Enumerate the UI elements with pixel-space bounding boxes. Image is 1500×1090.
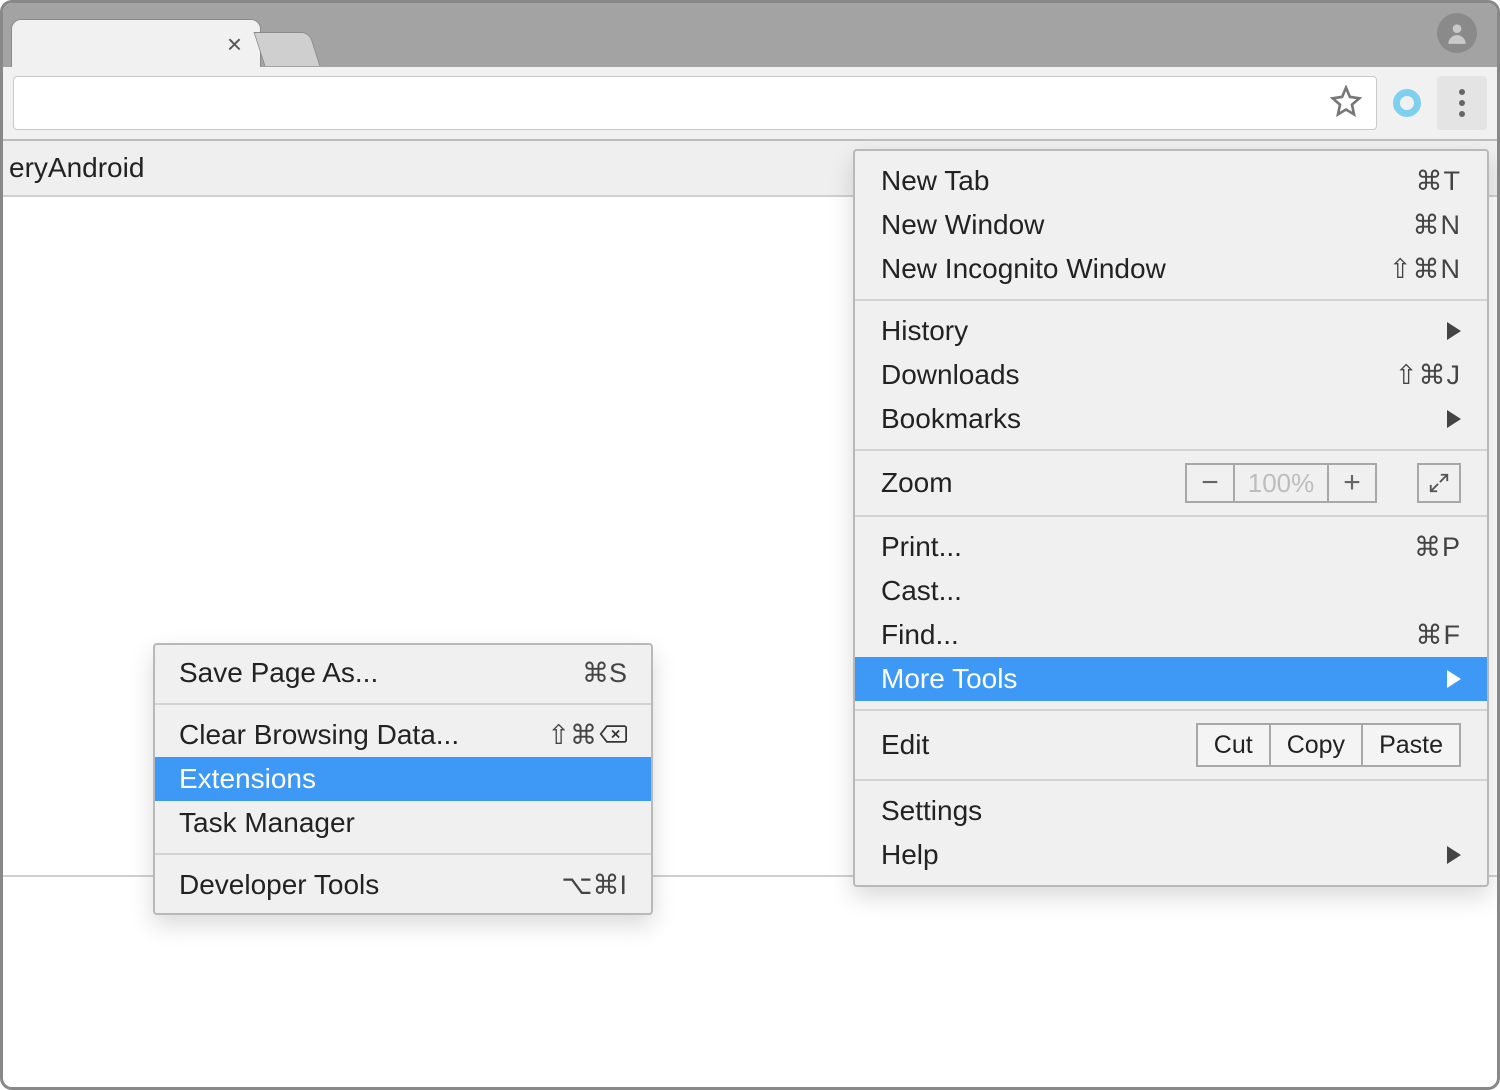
menu-label: New Window <box>881 209 1413 241</box>
tab-strip: × <box>3 3 1497 67</box>
backspace-key-icon <box>599 720 627 751</box>
submenu-shortcut: ⇧⌘ <box>547 720 627 751</box>
edit-button-group: Cut Copy Paste <box>1196 723 1461 767</box>
submenu-item-save-page[interactable]: Save Page As... ⌘S <box>155 651 651 695</box>
menu-item-find[interactable]: Find... ⌘F <box>855 613 1487 657</box>
submenu-shortcut: ⌥⌘I <box>561 870 627 901</box>
new-tab-button[interactable] <box>253 32 320 66</box>
menu-item-edit: Edit Cut Copy Paste <box>855 719 1487 771</box>
menu-item-help[interactable]: Help <box>855 833 1487 877</box>
menu-item-zoom: Zoom − 100% + <box>855 459 1487 507</box>
browser-tab[interactable]: × <box>11 19 261 67</box>
menu-shortcut: ⇧⌘J <box>1395 360 1461 391</box>
menu-separator <box>855 515 1487 517</box>
close-tab-icon[interactable]: × <box>227 31 242 57</box>
edit-cut-button[interactable]: Cut <box>1196 723 1271 767</box>
menu-label: Bookmarks <box>881 403 1437 435</box>
menu-shortcut: ⌘F <box>1416 620 1462 651</box>
menu-label: History <box>881 315 1437 347</box>
zoom-value: 100% <box>1235 463 1327 503</box>
menu-label: Settings <box>881 795 1461 827</box>
submenu-item-task-manager[interactable]: Task Manager <box>155 801 651 845</box>
submenu-item-extensions[interactable]: Extensions <box>155 757 651 801</box>
bookmark-star-icon[interactable] <box>1330 85 1362 122</box>
submenu-label: Save Page As... <box>179 657 582 689</box>
submenu-item-developer-tools[interactable]: Developer Tools ⌥⌘I <box>155 863 651 907</box>
submenu-label: Clear Browsing Data... <box>179 719 547 751</box>
zoom-out-button[interactable]: − <box>1185 463 1235 503</box>
menu-label: More Tools <box>881 663 1437 695</box>
fullscreen-button[interactable] <box>1417 463 1461 503</box>
menu-label: Help <box>881 839 1437 871</box>
chrome-menu-button[interactable] <box>1437 76 1487 130</box>
zoom-controls: − 100% + <box>1185 463 1461 503</box>
menu-label: New Tab <box>881 165 1416 197</box>
submenu-label: Developer Tools <box>179 869 561 901</box>
submenu-label: Extensions <box>179 763 627 795</box>
more-tools-submenu: Save Page As... ⌘S Clear Browsing Data..… <box>153 643 653 915</box>
menu-label: Zoom <box>881 467 1185 499</box>
edit-copy-button[interactable]: Copy <box>1271 723 1363 767</box>
submenu-arrow-icon <box>1447 846 1461 864</box>
menu-shortcut: ⌘P <box>1414 532 1461 563</box>
profile-avatar-icon[interactable] <box>1437 13 1477 53</box>
menu-item-more-tools[interactable]: More Tools <box>855 657 1487 701</box>
menu-item-new-window[interactable]: New Window ⌘N <box>855 203 1487 247</box>
menu-separator <box>855 709 1487 711</box>
menu-label: Edit <box>881 729 1196 761</box>
browser-window: × eryAndroid New Tab ⌘T New Window ⌘N <box>0 0 1500 1090</box>
toolbar <box>3 67 1497 141</box>
menu-separator <box>855 449 1487 451</box>
zoom-in-button[interactable]: + <box>1327 463 1377 503</box>
menu-item-cast[interactable]: Cast... <box>855 569 1487 613</box>
menu-separator <box>155 853 651 855</box>
menu-item-new-incognito[interactable]: New Incognito Window ⇧⌘N <box>855 247 1487 291</box>
menu-item-bookmarks[interactable]: Bookmarks <box>855 397 1487 441</box>
submenu-arrow-icon <box>1447 670 1461 688</box>
menu-separator <box>855 299 1487 301</box>
menu-item-downloads[interactable]: Downloads ⇧⌘J <box>855 353 1487 397</box>
menu-shortcut: ⌘N <box>1413 210 1462 241</box>
submenu-item-clear-browsing-data[interactable]: Clear Browsing Data... ⇧⌘ <box>155 713 651 757</box>
menu-separator <box>155 703 651 705</box>
menu-label: New Incognito Window <box>881 253 1389 285</box>
address-bar[interactable] <box>13 76 1377 130</box>
submenu-label: Task Manager <box>179 807 627 839</box>
menu-item-settings[interactable]: Settings <box>855 789 1487 833</box>
menu-label: Find... <box>881 619 1416 651</box>
submenu-shortcut: ⌘S <box>582 658 627 689</box>
shortcut-prefix: ⇧⌘ <box>547 720 597 751</box>
menu-shortcut: ⇧⌘N <box>1389 254 1461 285</box>
extension-ring-icon[interactable] <box>1387 83 1427 123</box>
page-title-fragment: eryAndroid <box>9 152 144 184</box>
menu-label: Cast... <box>881 575 1461 607</box>
menu-label: Print... <box>881 531 1414 563</box>
menu-item-new-tab[interactable]: New Tab ⌘T <box>855 159 1487 203</box>
submenu-arrow-icon <box>1447 322 1461 340</box>
menu-item-history[interactable]: History <box>855 309 1487 353</box>
menu-shortcut: ⌘T <box>1416 166 1462 197</box>
menu-separator <box>855 779 1487 781</box>
menu-item-print[interactable]: Print... ⌘P <box>855 525 1487 569</box>
edit-paste-button[interactable]: Paste <box>1363 723 1461 767</box>
menu-label: Downloads <box>881 359 1395 391</box>
chrome-main-menu: New Tab ⌘T New Window ⌘N New Incognito W… <box>853 149 1489 887</box>
submenu-arrow-icon <box>1447 410 1461 428</box>
